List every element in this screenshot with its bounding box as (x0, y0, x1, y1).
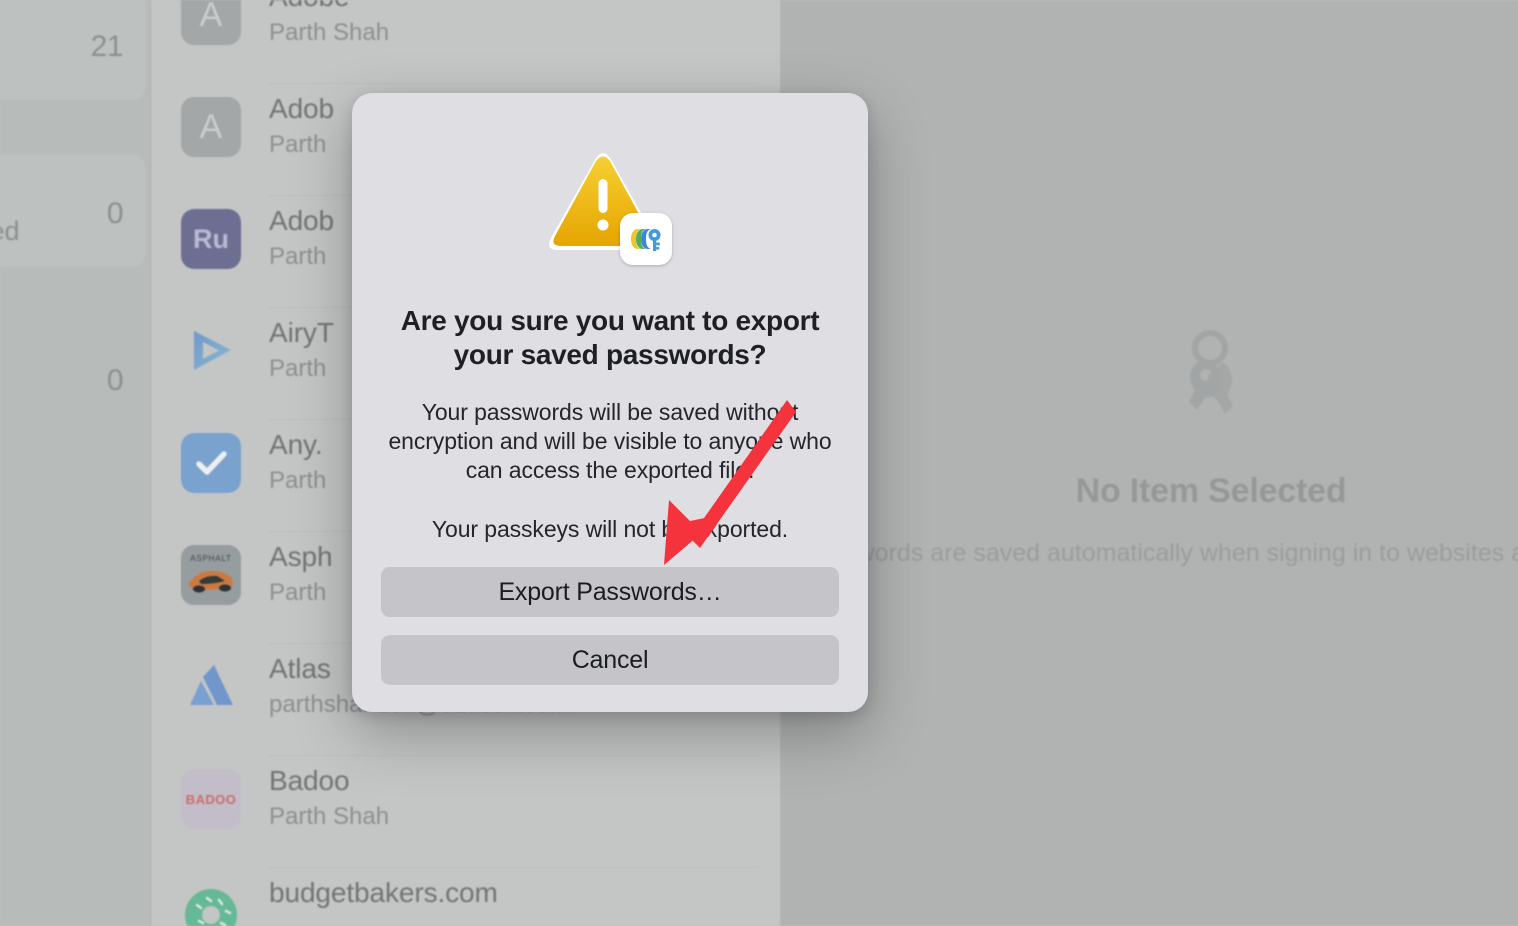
asphalt-icon-label: ASPHALT (190, 554, 231, 563)
dialog-title: Are you sure you want to export your sav… (400, 305, 820, 370)
list-item-title: Adob (269, 205, 334, 236)
letter-a-icon: A (181, 0, 241, 45)
list-item[interactable]: A Adobe Parth Shah (151, 0, 781, 84)
sidebar-item-0[interactable]: 21 …Fi (0, 0, 145, 100)
list-item-subtitle: Parth (269, 467, 327, 494)
list-item-title: Adob (269, 93, 334, 124)
dialog-body-secondary: Your passkeys will not be exported. (431, 516, 789, 542)
warning-triangle-icon (548, 149, 672, 265)
list-item-title: Badoo (269, 765, 350, 796)
cancel-button[interactable]: Cancel (381, 635, 839, 685)
passwords-keychain-icon (620, 213, 672, 265)
budgetbakers-icon (181, 881, 241, 926)
list-item-texts: Badoo Parth Shah (269, 762, 389, 834)
atlassian-icon (181, 657, 241, 717)
list-item-texts: AiryT Parth (269, 314, 334, 386)
adobe-rush-icon-glyph: Ru (181, 209, 241, 269)
sidebar-item-count: 0 (106, 197, 124, 230)
dialog-buttons: Export Passwords… Cancel (381, 567, 839, 685)
list-item-title: Asph (269, 541, 333, 572)
detail-pane: No Item Selected Passwords are saved aut… (781, 0, 1518, 926)
export-passwords-dialog: Are you sure you want to export your sav… (352, 93, 868, 712)
sidebar-item-2[interactable]: 0 (0, 322, 145, 434)
asphalt-icon-shape: ASPHALT (181, 545, 241, 605)
asphalt-icon: ASPHALT (181, 545, 241, 605)
list-item-texts: Adob Parth (269, 90, 334, 162)
letter-a-icon-glyph: A (181, 97, 241, 157)
list-item-title: Adobe (269, 0, 389, 16)
list-item-title: Any. (269, 429, 323, 460)
sidebar: 21 …Fi 0 …eted 0 (0, 0, 150, 926)
list-item-title: budgetbakers.com (269, 877, 498, 908)
letter-a-icon-glyph: A (181, 0, 241, 45)
badoo-icon-glyph: BADOO (181, 769, 241, 829)
sidebar-item-label: …eted (0, 216, 20, 246)
export-passwords-button[interactable]: Export Passwords… (381, 567, 839, 617)
list-item-texts: budgetbakers.com (269, 874, 498, 912)
letter-a-icon: A (181, 97, 241, 157)
any-do-check-icon-shape (181, 433, 241, 493)
detail-subtitle: Passwords are saved automatically when s… (801, 539, 1518, 567)
keys-icon (1161, 326, 1261, 436)
list-item-texts: Asph Parth (269, 538, 333, 610)
list-item-subtitle: Parth (269, 355, 327, 382)
adobe-rush-icon: Ru (181, 209, 241, 269)
list-item[interactable]: budgetbakers.com (151, 868, 781, 926)
list-item[interactable]: BADOO Badoo Parth Shah (151, 756, 781, 868)
list-item-texts: Any. Parth (269, 426, 326, 498)
list-item-subtitle: Parth (269, 131, 327, 158)
list-item-subtitle: Parth (269, 243, 327, 270)
sidebar-item-count: 21 (90, 30, 124, 63)
list-item-texts: Adob Parth (269, 202, 334, 274)
sidebar-item-count: 0 (106, 364, 124, 397)
badoo-icon: BADOO (181, 769, 241, 829)
app-root: 21 …Fi 0 …eted 0 A Adobe Parth Shah (0, 0, 1518, 926)
list-item-texts: Adobe Parth Shah (269, 0, 389, 50)
detail-title: No Item Selected (1075, 472, 1347, 510)
list-item-title: AiryT (269, 317, 334, 348)
dialog-body: Your passwords will be saved without enc… (388, 399, 832, 483)
list-item-subtitle: Parth Shah (269, 19, 390, 46)
sidebar-item-1[interactable]: 0 …eted (0, 155, 145, 267)
airytv-play-icon (181, 321, 241, 381)
list-item-subtitle: Parth (269, 579, 327, 606)
list-item-subtitle: Parth Shah (269, 803, 390, 830)
any-do-check-icon (181, 433, 241, 493)
